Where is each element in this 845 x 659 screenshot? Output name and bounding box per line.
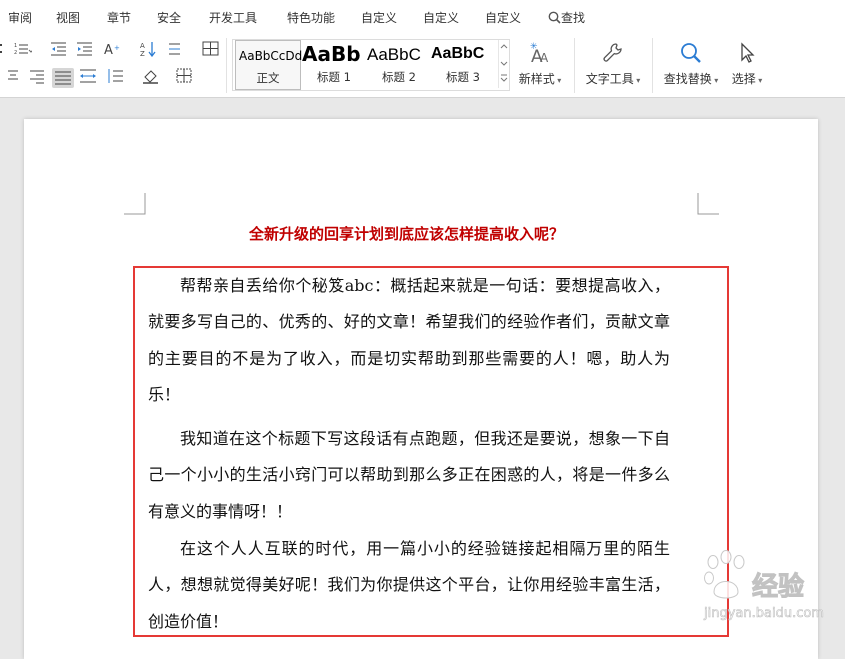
text-tools-button[interactable]: 文字工具 ▾: [582, 39, 644, 89]
paragraph-1: 帮帮亲自丢给你个秘笈abc：概括起来就是一句话：要想提高收入，就要多写自己的、优…: [148, 276, 670, 404]
style-heading-1[interactable]: AaBb 标题 1: [302, 40, 366, 88]
find-replace-button[interactable]: 查找替换 ▾: [660, 39, 722, 89]
svg-text:+: +: [114, 44, 120, 52]
menu-custom-3[interactable]: 自定义: [485, 9, 521, 26]
style-heading-3[interactable]: AaBbC 标题 3: [431, 40, 495, 88]
watermark-brand: 经验: [751, 572, 805, 603]
style-gallery: AaBbCcDd 正文 AaBb 标题 1 AaBbC 标题 2 AaBbC 标…: [232, 39, 510, 91]
ribbon-separator: [226, 38, 227, 93]
svg-text:✳: ✳: [530, 42, 538, 52]
margin-corner-top-left: [124, 193, 146, 215]
style-heading-2[interactable]: AaBbC 标题 2: [367, 40, 431, 88]
style-heading-3-preview: AaBbC: [431, 45, 485, 62]
menu-special-features[interactable]: 特色功能: [287, 9, 335, 26]
style-heading-3-label: 标题 3: [446, 70, 480, 84]
shading-icon[interactable]: [142, 68, 160, 84]
menu-custom-1[interactable]: 自定义: [361, 9, 397, 26]
style-normal[interactable]: AaBbCcDd 正文: [235, 40, 303, 90]
style-normal-preview: AaBbCcDd: [239, 49, 303, 63]
menu-review[interactable]: 审阅: [8, 9, 32, 26]
numbered-list-icon[interactable]: 12: [14, 41, 32, 57]
style-heading-2-preview: AaBbC: [367, 45, 421, 64]
menu-view[interactable]: 视图: [56, 9, 80, 26]
gallery-scroll[interactable]: [498, 40, 509, 88]
line-spacing-icon[interactable]: [168, 41, 186, 57]
svg-text:A: A: [140, 42, 145, 50]
ribbon-separator: [652, 38, 653, 93]
gallery-arrows-icon: [500, 44, 508, 82]
paragraph-3: 在这个人人互联的时代，用一篇小小的经验链接起相隔万里的陌生人，想想就觉得美好呢！…: [148, 539, 670, 631]
menu-security[interactable]: 安全: [157, 9, 181, 26]
style-normal-label: 正文: [256, 71, 280, 85]
select-label: 选择 ▾: [731, 72, 763, 86]
align-center-icon[interactable]: [2, 68, 20, 84]
svg-text:1: 1: [14, 43, 17, 49]
ribbon-separator: [574, 38, 575, 93]
select-button[interactable]: 选择 ▾: [724, 39, 770, 89]
menu-search[interactable]: 查找: [548, 9, 585, 26]
sort-icon[interactable]: AZ: [140, 41, 158, 57]
document-title: 全新升级的回享计划到底应该怎样提高收入呢？: [249, 225, 565, 243]
watermark-url: jingyan.baidu.com: [704, 606, 825, 622]
menu-developer-tools[interactable]: 开发工具: [209, 9, 257, 26]
paragraph-spacing-icon[interactable]: [106, 68, 124, 84]
style-heading-1-preview: AaBb: [302, 42, 361, 66]
decrease-indent-icon[interactable]: [50, 41, 68, 57]
new-style-label: 新样式 ▾: [518, 72, 562, 86]
borders-icon[interactable]: [176, 68, 194, 84]
justify-icon[interactable]: [52, 68, 74, 88]
svg-text:2: 2: [14, 50, 17, 56]
text-tools-label: 文字工具 ▾: [585, 72, 641, 86]
margin-corner-top-right: [697, 193, 719, 215]
svg-text:A: A: [540, 51, 549, 65]
menu-search-label: 查找: [561, 11, 586, 25]
baidu-jingyan-watermark: 经验 jingyan.baidu.com: [700, 548, 840, 644]
align-right-icon[interactable]: [28, 68, 46, 84]
style-heading-1-label: 标题 1: [317, 70, 351, 84]
increase-indent-icon[interactable]: [76, 41, 94, 57]
paragraph-2: 我知道在这个标题下写这段话有点跑题，但我还是要说，想象一下自己一个小小的生活小窍…: [148, 429, 670, 521]
new-style-button[interactable]: A A ✳ 新样式 ▾: [513, 39, 567, 89]
style-heading-2-label: 标题 2: [382, 70, 416, 84]
wrench-icon: [601, 41, 625, 65]
find-replace-label: 查找替换 ▾: [663, 72, 719, 86]
search-icon: [548, 11, 561, 24]
svg-text:A: A: [104, 43, 113, 57]
menu-chapter[interactable]: 章节: [107, 9, 131, 26]
change-case-icon[interactable]: A +: [104, 41, 122, 57]
distribute-icon[interactable]: [79, 68, 97, 84]
magnifier-icon: [679, 41, 703, 65]
menu-bar: 审阅 视图 章节 安全 开发工具 特色功能 自定义 自定义 自定义 查找: [0, 0, 845, 32]
svg-text:Z: Z: [140, 50, 145, 57]
new-style-icon: A A ✳: [528, 41, 552, 65]
cursor-arrow-icon: [735, 41, 759, 65]
menu-custom-2[interactable]: 自定义: [423, 9, 459, 26]
table-icon[interactable]: [202, 41, 220, 57]
